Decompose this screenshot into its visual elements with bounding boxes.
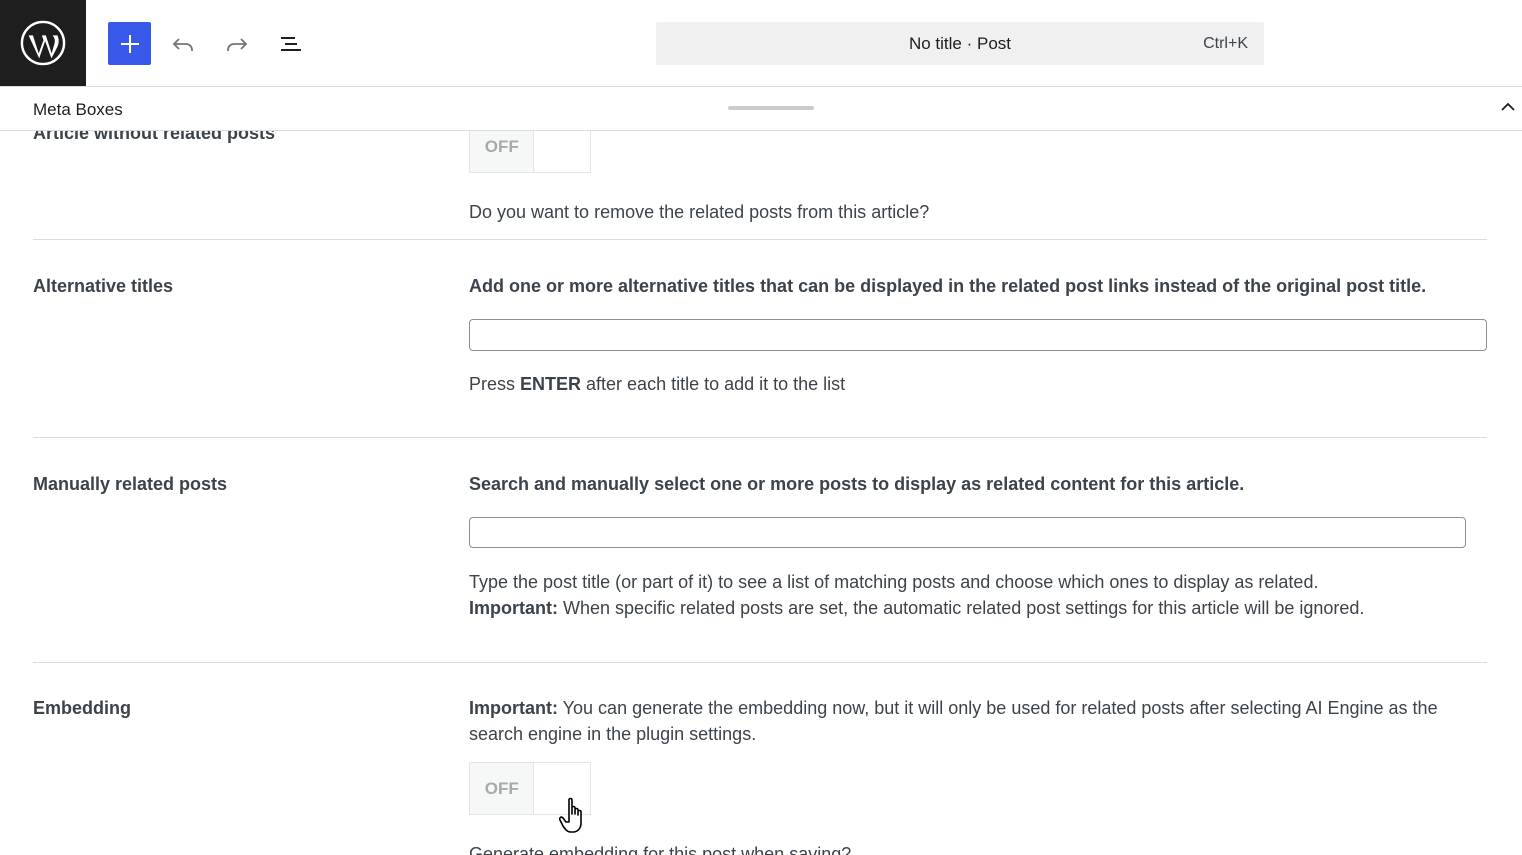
alternative-titles-lead: Add one or more alternative titles that … (469, 276, 1427, 296)
wordpress-icon (20, 20, 66, 66)
meta-boxes-content[interactable]: Article without related posts OFF Do you… (0, 131, 1522, 855)
redo-button[interactable] (217, 22, 257, 65)
embedding-description: Generate embedding for this post when sa… (469, 844, 852, 855)
alternative-titles-label: Alternative titles (33, 276, 174, 296)
wordpress-logo-button[interactable] (0, 0, 86, 86)
alternative-titles-input[interactable] (469, 319, 1487, 351)
meta-boxes-header: Meta Boxes (0, 87, 1522, 131)
document-overview-button[interactable] (271, 22, 311, 65)
article-without-related-label: Article without related posts (33, 131, 276, 143)
embedding-note-text: You can generate the embedding now, but … (469, 698, 1438, 744)
manually-related-search-input[interactable] (469, 517, 1466, 548)
section-divider (33, 239, 1487, 240)
meta-boxes-title: Meta Boxes (33, 100, 123, 119)
section-divider (33, 662, 1487, 663)
embedding-note: Important: You can generate the embeddin… (469, 695, 1487, 747)
alternative-titles-help: Press ENTER after each title to add it t… (469, 371, 845, 397)
embedding-label: Embedding (33, 698, 131, 718)
editor-toolbar: No title · Post Ctrl+K (0, 0, 1522, 87)
section-divider (33, 437, 1487, 438)
remove-related-toggle[interactable]: OFF (469, 131, 591, 173)
resize-handle[interactable] (728, 106, 814, 110)
help-text-post: after each title to add it to the list (581, 374, 846, 394)
toggle-off-label: OFF (484, 136, 519, 156)
manually-related-help-line1: Type the post title (or part of it) to s… (469, 572, 1319, 592)
help-text-pre: Press (469, 374, 521, 394)
manually-related-help-line2: Important: When specific related posts a… (469, 595, 1487, 621)
toggle-knob (533, 131, 590, 172)
manually-related-label: Manually related posts (33, 474, 228, 494)
document-title: No title · Post (908, 34, 1012, 53)
chevron-up-icon[interactable] (1498, 97, 1518, 117)
undo-icon (172, 37, 193, 51)
important-label: Important: (469, 698, 558, 718)
important-text: When specific related posts are set, the… (558, 598, 1365, 618)
undo-button[interactable] (163, 22, 203, 65)
keyboard-shortcut: Ctrl+K (1203, 35, 1248, 52)
list-view-icon (281, 36, 301, 51)
redo-icon (227, 37, 248, 51)
important-label: Important: (469, 598, 558, 618)
remove-related-description: Do you want to remove the related posts … (469, 202, 930, 222)
plus-icon (120, 34, 139, 53)
manually-related-lead: Search and manually select one or more p… (469, 474, 1245, 494)
hand-pointer-icon (559, 797, 582, 833)
add-block-button[interactable] (108, 22, 151, 65)
command-palette-bar[interactable]: No title · Post Ctrl+K (656, 22, 1264, 65)
toggle-off-label: OFF (484, 778, 519, 798)
help-key: ENTER (520, 374, 582, 394)
